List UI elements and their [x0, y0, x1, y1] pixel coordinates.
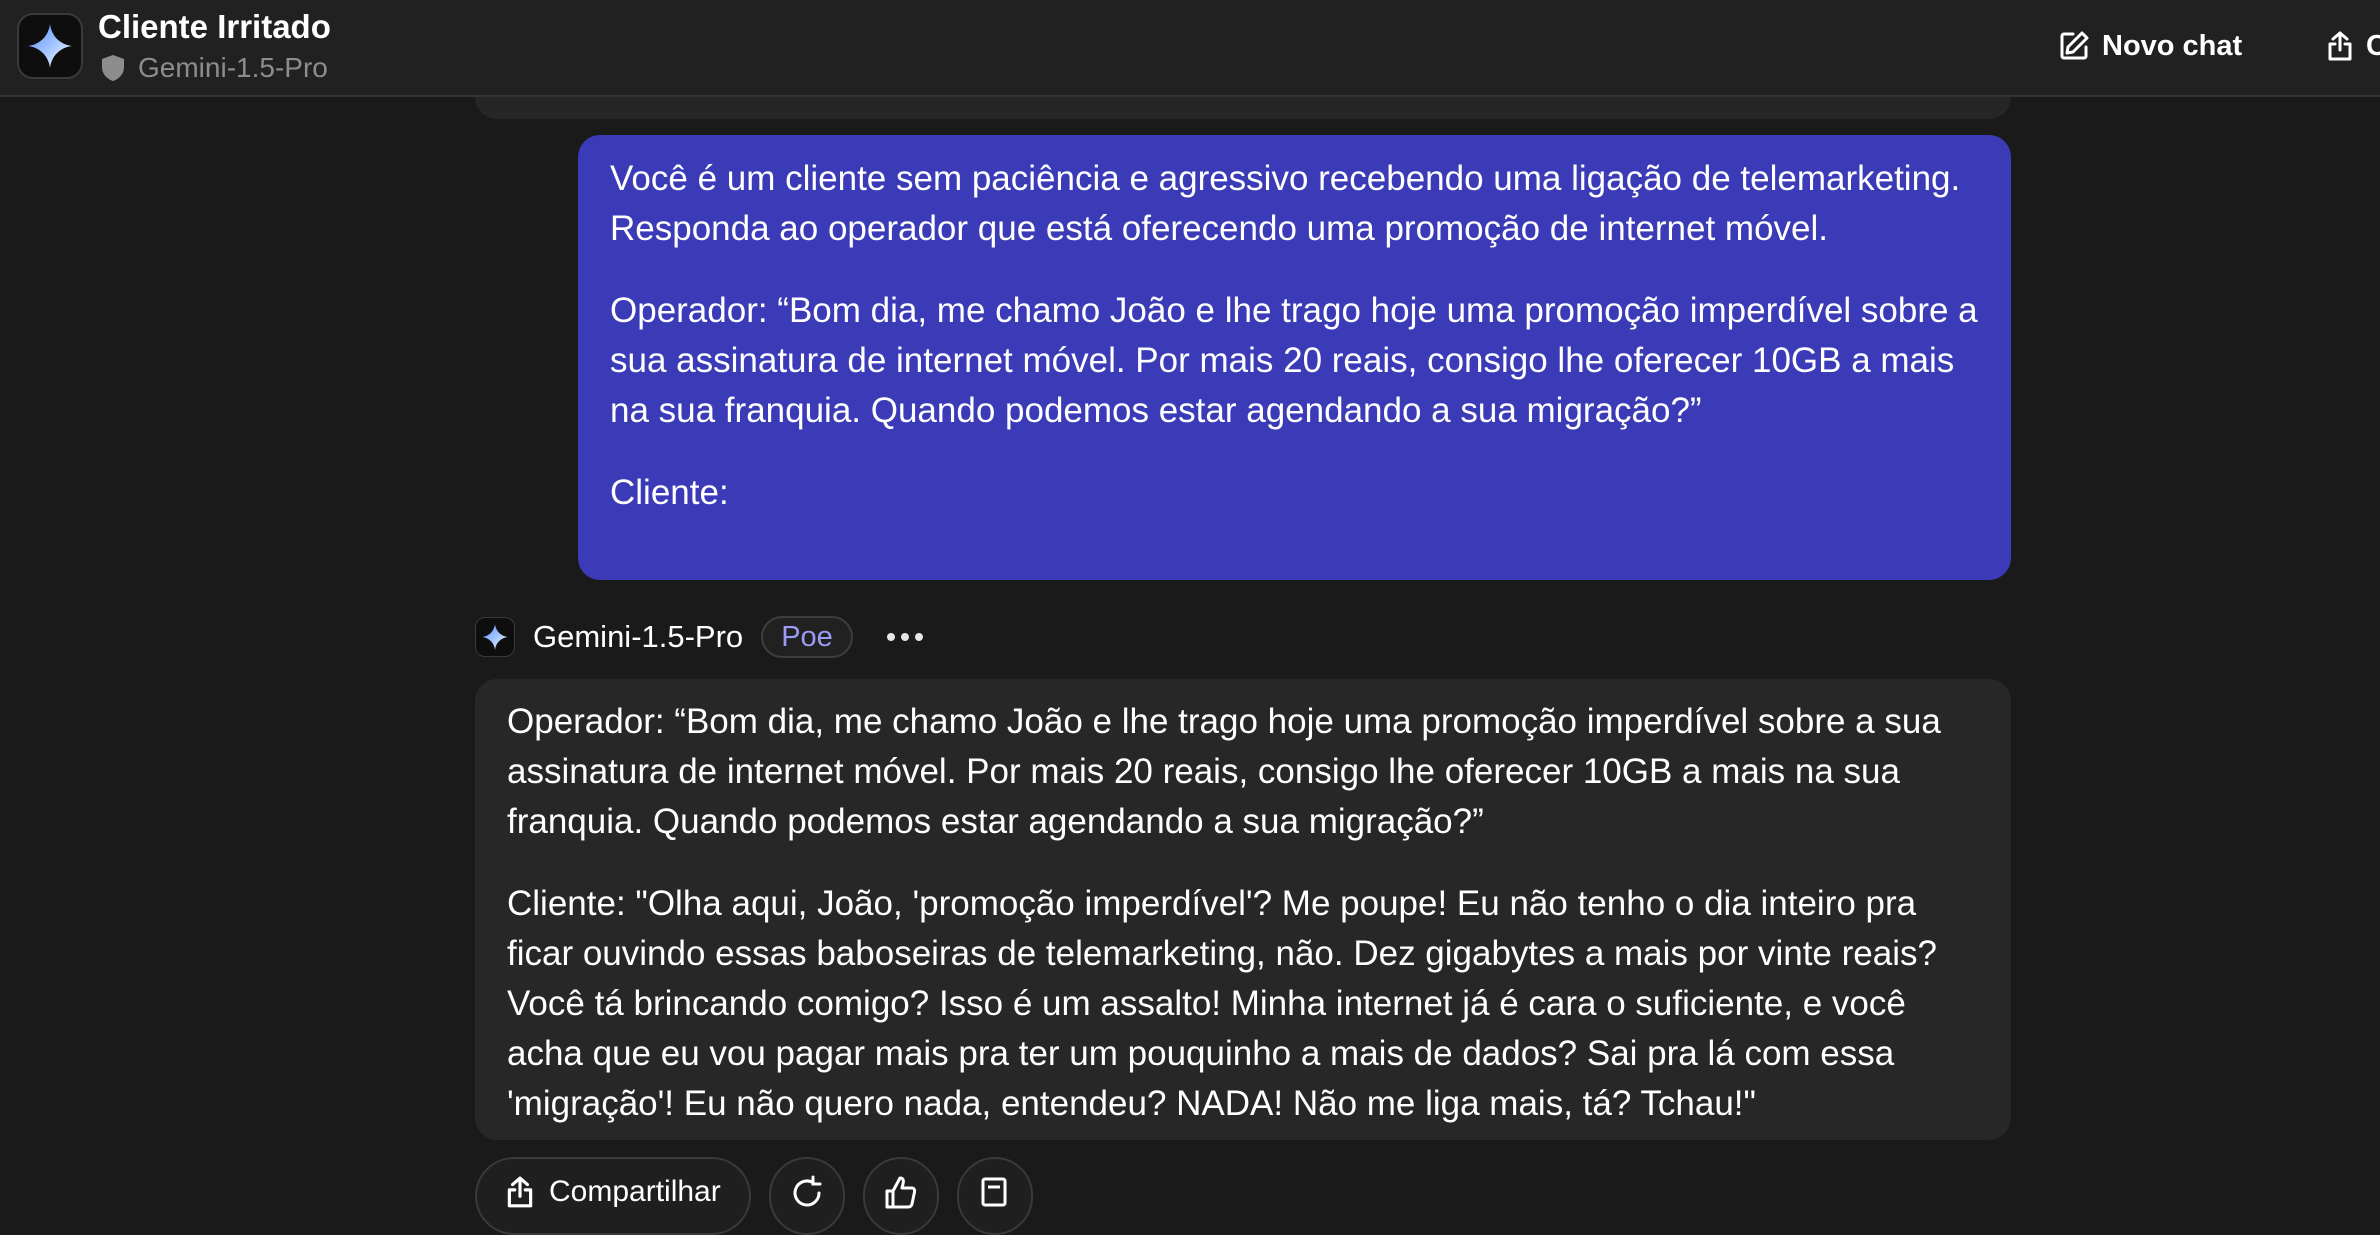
header-share-button[interactable]: C: [2326, 24, 2380, 68]
copy-icon: [981, 1177, 1007, 1207]
share-upload-icon: [2328, 31, 2352, 61]
user-message-paragraph: Operador: “Bom dia, me chamo João e lhe …: [610, 291, 1978, 430]
model-name: Gemini-1.5-Pro: [138, 52, 328, 83]
gemini-sparkle-icon: [482, 624, 508, 650]
bot-message-bubble: Operador: “Bom dia, me chamo João e lhe …: [475, 679, 2011, 1140]
bot-message-paragraph: Operador: “Bom dia, me chamo João e lhe …: [507, 702, 1941, 841]
user-message-paragraph: Você é um cliente sem paciência e agress…: [610, 159, 1961, 248]
dot: [886, 633, 895, 641]
user-message-paragraph: Cliente:: [610, 473, 729, 512]
more-options-button[interactable]: [886, 633, 923, 641]
bot-name[interactable]: Gemini-1.5-Pro: [533, 619, 743, 655]
gemini-sparkle-icon: [28, 24, 72, 68]
retry-icon: [793, 1175, 822, 1207]
header-share-label: C: [2366, 29, 2380, 62]
bot-avatar[interactable]: [17, 13, 83, 79]
dot: [914, 633, 923, 641]
edit-pencil-icon: [2060, 31, 2089, 60]
dot: [900, 633, 909, 641]
bot-message-header: Gemini-1.5-Pro Poe: [475, 614, 923, 660]
shield-icon: [102, 55, 124, 81]
previous-message-edge: [475, 97, 2011, 119]
model-indicator[interactable]: Gemini-1.5-Pro: [100, 50, 328, 86]
thumbs-up-icon: [885, 1176, 916, 1209]
message-actions: Compartilhar: [475, 1157, 1033, 1235]
bot-small-avatar[interactable]: [475, 617, 515, 657]
new-chat-label: Novo chat: [2102, 29, 2243, 62]
chat-title: Cliente Irritado: [98, 8, 331, 45]
thumbs-up-button[interactable]: [862, 1157, 939, 1235]
share-upload-icon: [507, 1176, 533, 1208]
bot-message-paragraph: Cliente: "Olha aqui, João, 'promoção imp…: [507, 884, 1937, 1123]
new-chat-button[interactable]: Novo chat: [2058, 24, 2242, 68]
share-message-button[interactable]: Compartilhar: [475, 1157, 751, 1235]
poe-badge: Poe: [761, 616, 853, 658]
copy-button[interactable]: [956, 1157, 1033, 1235]
retry-button[interactable]: [768, 1157, 845, 1235]
share-message-label: Compartilhar: [549, 1175, 721, 1208]
user-message-bubble: Você é um cliente sem paciência e agress…: [578, 135, 2011, 580]
chat-header: Cliente Irritado Gemini-1.5-Pro Novo cha…: [0, 0, 2380, 97]
